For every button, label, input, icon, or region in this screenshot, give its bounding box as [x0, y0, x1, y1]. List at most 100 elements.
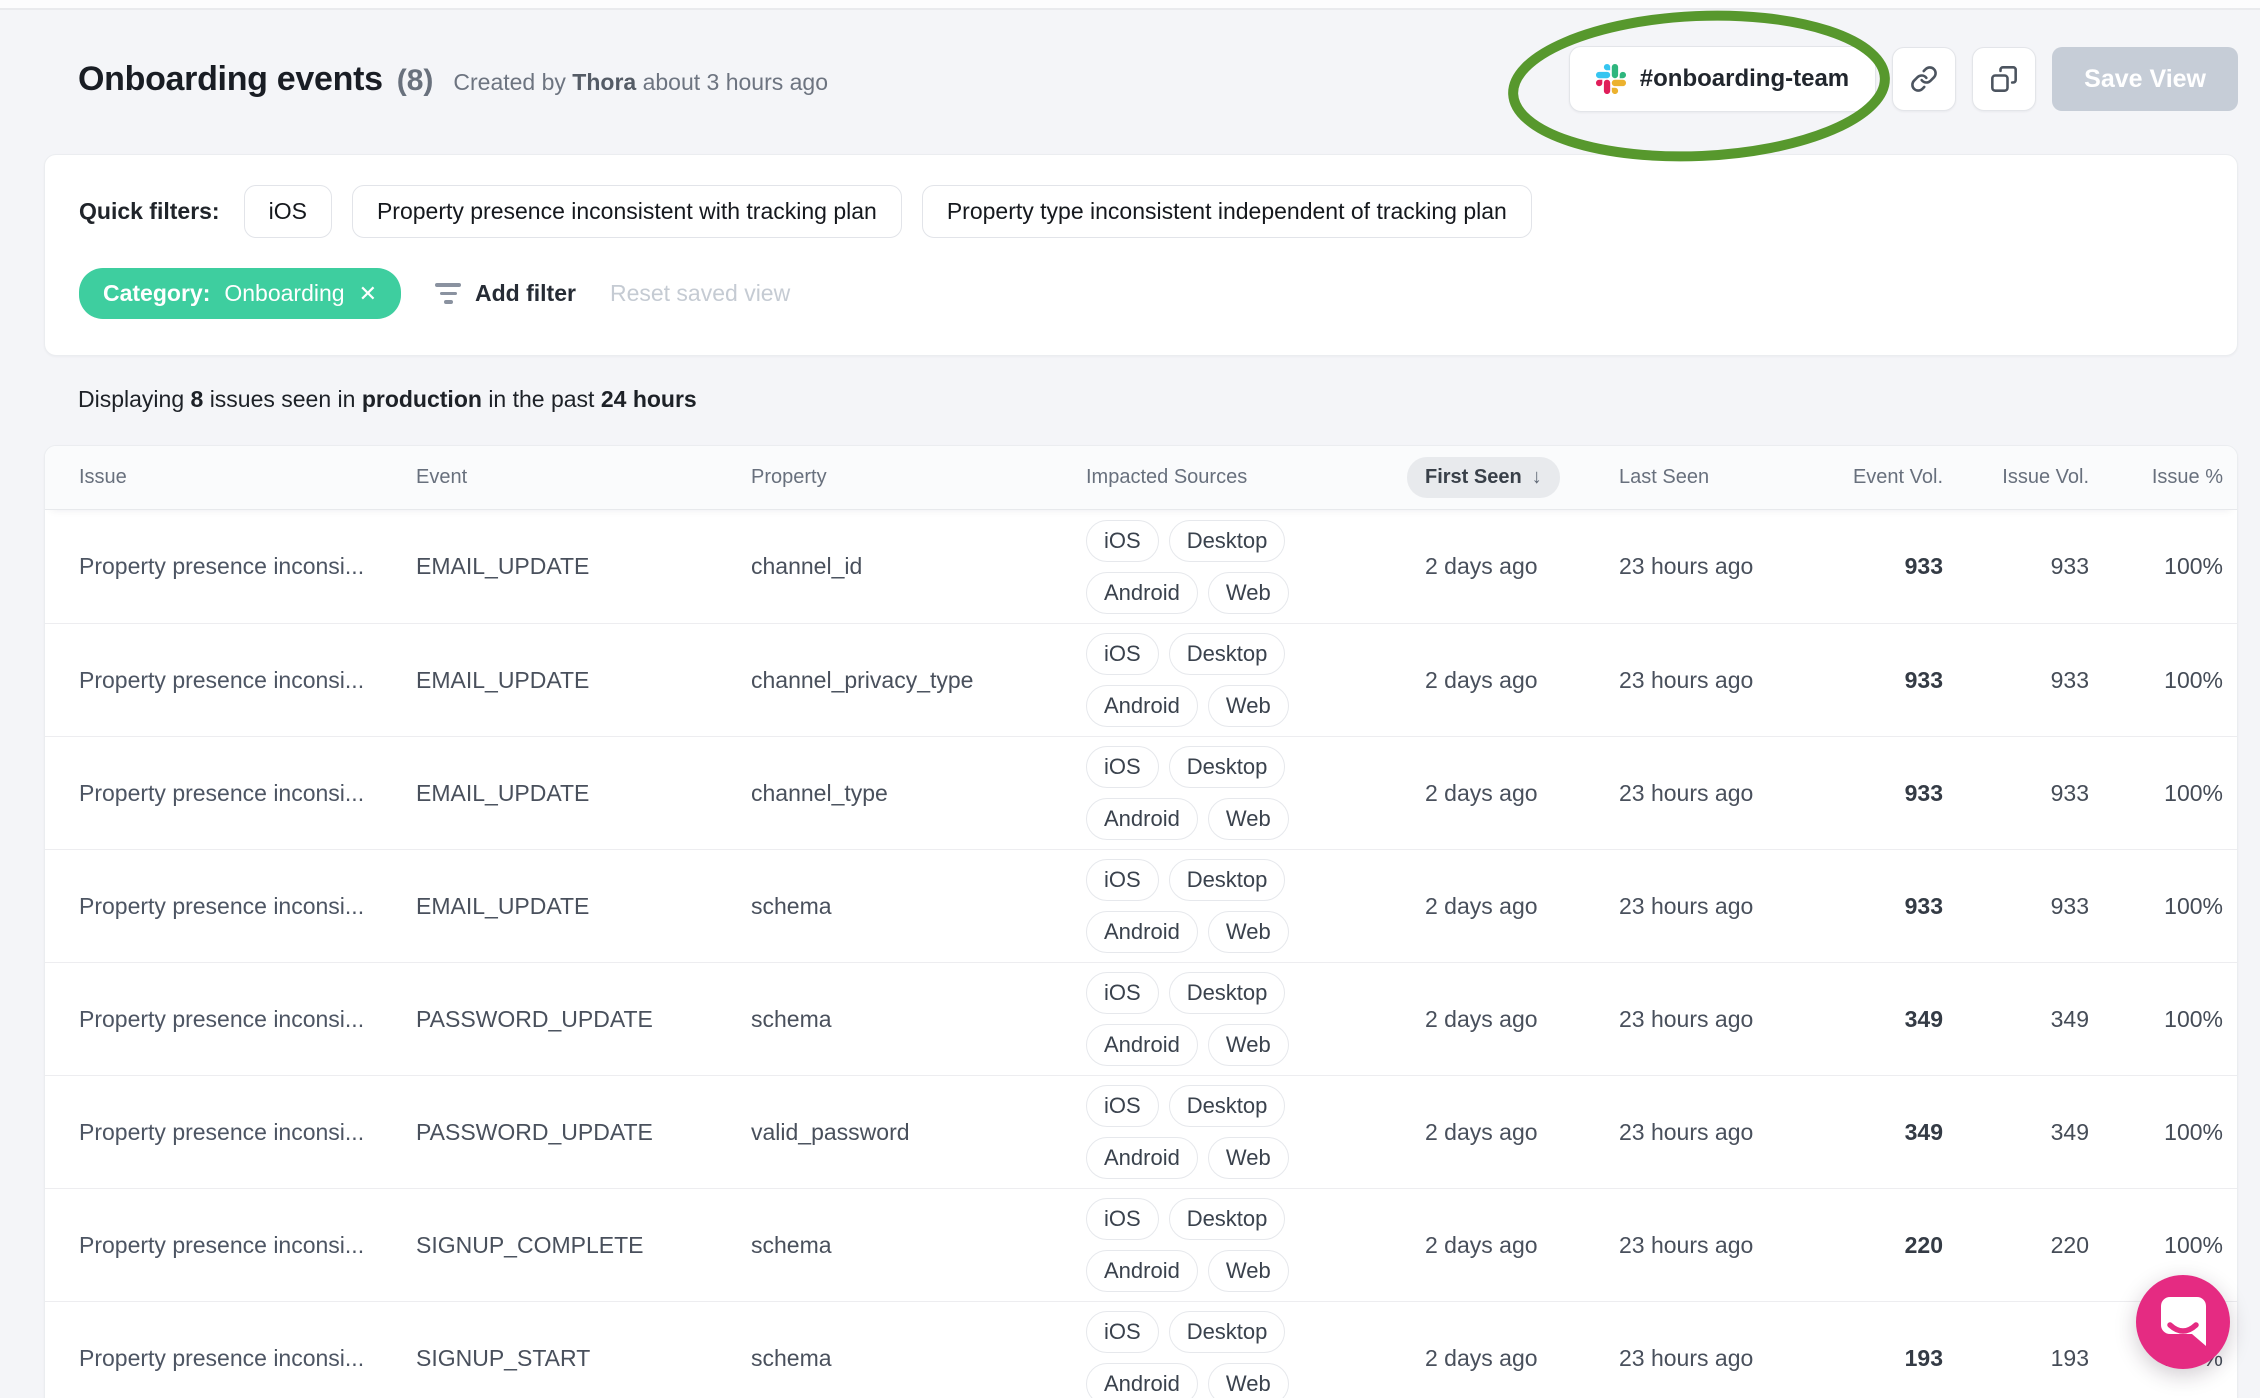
- quick-filter-property-presence[interactable]: Property presence inconsistent with trac…: [351, 185, 902, 238]
- event-cell: EMAIL_UPDATE: [416, 553, 590, 579]
- source-chip: Android: [1086, 798, 1198, 840]
- slack-channel-button[interactable]: #onboarding-team: [1568, 46, 1877, 112]
- property-cell: schema: [751, 1005, 832, 1032]
- quick-filter-property-type[interactable]: Property type inconsistent independent o…: [921, 185, 1532, 238]
- table-row[interactable]: Property presence inconsi... SIGNUP_STAR…: [45, 1301, 2237, 1398]
- last-seen-cell: 23 hours ago: [1619, 779, 1754, 806]
- created-by-prefix: Created by: [453, 68, 566, 95]
- summary-time-range: 24 hours: [600, 386, 697, 412]
- issue-pct-cell: 100%: [2164, 779, 2223, 806]
- col-header-last-seen[interactable]: Last Seen: [1619, 466, 1809, 489]
- source-chip: Android: [1086, 1363, 1198, 1398]
- category-filter-chip[interactable]: Category: Onboarding ✕: [79, 268, 401, 319]
- duplicate-view-button[interactable]: [1972, 47, 2037, 111]
- col-header-issue-pct[interactable]: Issue %: [2089, 466, 2223, 489]
- col-header-property[interactable]: Property: [751, 466, 1086, 489]
- event-cell: PASSWORD_UPDATE: [416, 1005, 653, 1032]
- created-by-name: Thora: [572, 68, 637, 95]
- property-cell: channel_type: [751, 779, 888, 806]
- reset-saved-view-button[interactable]: Reset saved view: [610, 280, 790, 307]
- col-header-issue-vol[interactable]: Issue Vol.: [1943, 466, 2089, 489]
- table-row[interactable]: Property presence inconsi... PASSWORD_UP…: [45, 1075, 2237, 1188]
- add-filter-button[interactable]: Add filter: [435, 280, 576, 307]
- event-vol-cell: 349: [1904, 1005, 1943, 1032]
- table-row[interactable]: Property presence inconsi... EMAIL_UPDAT…: [45, 510, 2237, 623]
- title-block: Onboarding events (8) Created by Thora a…: [78, 60, 828, 99]
- issue-count-badge: (8): [396, 63, 434, 97]
- first-seen-cell: 2 days ago: [1425, 666, 1538, 693]
- issue-cell: Property presence inconsi...: [79, 1231, 365, 1258]
- issue-vol-cell: 193: [2050, 1344, 2089, 1371]
- col-header-event-vol[interactable]: Event Vol.: [1809, 466, 1943, 489]
- property-cell: channel_privacy_type: [751, 666, 974, 693]
- issue-pct-cell: 100%: [2164, 553, 2223, 579]
- col-header-first-seen[interactable]: First Seen ↓: [1407, 457, 1619, 498]
- remove-filter-icon[interactable]: ✕: [359, 282, 377, 305]
- filter-lines-icon: [435, 283, 461, 304]
- event-vol-cell: 220: [1904, 1231, 1943, 1258]
- summary-mid2: in the past: [488, 386, 595, 412]
- last-seen-cell: 23 hours ago: [1619, 1118, 1754, 1145]
- issue-pct-cell: 100%: [2164, 1118, 2223, 1145]
- property-cell: schema: [751, 1231, 832, 1258]
- issue-vol-cell: 933: [2050, 779, 2089, 806]
- source-chip: Web: [1207, 798, 1289, 840]
- source-chip: Desktop: [1168, 746, 1286, 788]
- source-chip: Desktop: [1168, 1198, 1286, 1240]
- source-chip: iOS: [1086, 1085, 1159, 1127]
- table-row[interactable]: Property presence inconsi... EMAIL_UPDAT…: [45, 623, 2237, 736]
- impacted-sources-cell: iOS Desktop Android Web: [1086, 972, 1407, 1066]
- issue-pct-cell: 100%: [2164, 1231, 2223, 1258]
- created-by-meta: Created by Thora about 3 hours ago: [453, 69, 828, 96]
- impacted-sources-cell: iOS Desktop Android Web: [1086, 1085, 1407, 1179]
- issue-cell: Property presence inconsi...: [79, 892, 365, 919]
- col-header-event[interactable]: Event: [416, 466, 751, 489]
- source-chip: iOS: [1086, 746, 1159, 788]
- source-chip: iOS: [1086, 972, 1159, 1014]
- col-header-impacted-sources[interactable]: Impacted Sources: [1086, 466, 1407, 489]
- summary-prefix: Displaying: [78, 386, 185, 412]
- impacted-sources-cell: iOS Desktop Android Web: [1086, 519, 1407, 614]
- issue-vol-cell: 349: [2050, 1005, 2089, 1032]
- summary-mid1: issues seen in: [209, 386, 356, 412]
- source-chip: iOS: [1086, 519, 1159, 562]
- event-cell: EMAIL_UPDATE: [416, 779, 590, 806]
- issue-cell: Property presence inconsi...: [79, 779, 365, 806]
- copy-link-button[interactable]: [1892, 47, 1957, 111]
- last-seen-cell: 23 hours ago: [1619, 553, 1754, 579]
- source-chip: Android: [1086, 1250, 1198, 1292]
- chat-launcher-button[interactable]: [2136, 1275, 2230, 1369]
- source-chip: Desktop: [1168, 519, 1286, 562]
- copy-icon: [1990, 65, 2018, 93]
- quick-filter-ios[interactable]: iOS: [243, 185, 332, 238]
- table-row[interactable]: Property presence inconsi... PASSWORD_UP…: [45, 962, 2237, 1075]
- source-chip: Desktop: [1168, 1311, 1286, 1353]
- last-seen-cell: 23 hours ago: [1619, 1344, 1754, 1371]
- toolbar: #onboarding-team Save View: [1568, 46, 2238, 112]
- source-chip: Android: [1086, 1137, 1198, 1179]
- created-by-time: about 3 hours ago: [642, 68, 829, 95]
- table-row[interactable]: Property presence inconsi... EMAIL_UPDAT…: [45, 849, 2237, 962]
- source-chip: Web: [1207, 571, 1289, 614]
- property-cell: valid_password: [751, 1118, 910, 1145]
- impacted-sources-cell: iOS Desktop Android Web: [1086, 1198, 1407, 1292]
- first-seen-sort-pill[interactable]: First Seen ↓: [1407, 457, 1560, 498]
- table-row[interactable]: Property presence inconsi... SIGNUP_COMP…: [45, 1188, 2237, 1301]
- filters-card: Quick filters: iOS Property presence inc…: [44, 154, 2238, 356]
- slack-logo-icon: [1595, 64, 1626, 94]
- category-filter-value: Onboarding: [224, 280, 345, 306]
- save-view-button[interactable]: Save View: [2052, 47, 2238, 111]
- issue-cell: Property presence inconsi...: [79, 1118, 365, 1145]
- source-chip: Web: [1207, 1363, 1289, 1398]
- issue-vol-cell: 220: [2050, 1231, 2089, 1258]
- property-cell: channel_id: [751, 553, 863, 579]
- table-body: Property presence inconsi... EMAIL_UPDAT…: [45, 510, 2237, 1398]
- table-header-row: Issue Event Property Impacted Sources Fi…: [45, 446, 2237, 510]
- last-seen-cell: 23 hours ago: [1619, 1005, 1754, 1032]
- property-cell: schema: [751, 1344, 832, 1371]
- col-header-issue[interactable]: Issue: [79, 466, 416, 489]
- table-row[interactable]: Property presence inconsi... EMAIL_UPDAT…: [45, 736, 2237, 849]
- source-chip: Web: [1207, 1137, 1289, 1179]
- source-chip: Desktop: [1168, 633, 1286, 675]
- category-filter-label: Category:: [103, 280, 211, 306]
